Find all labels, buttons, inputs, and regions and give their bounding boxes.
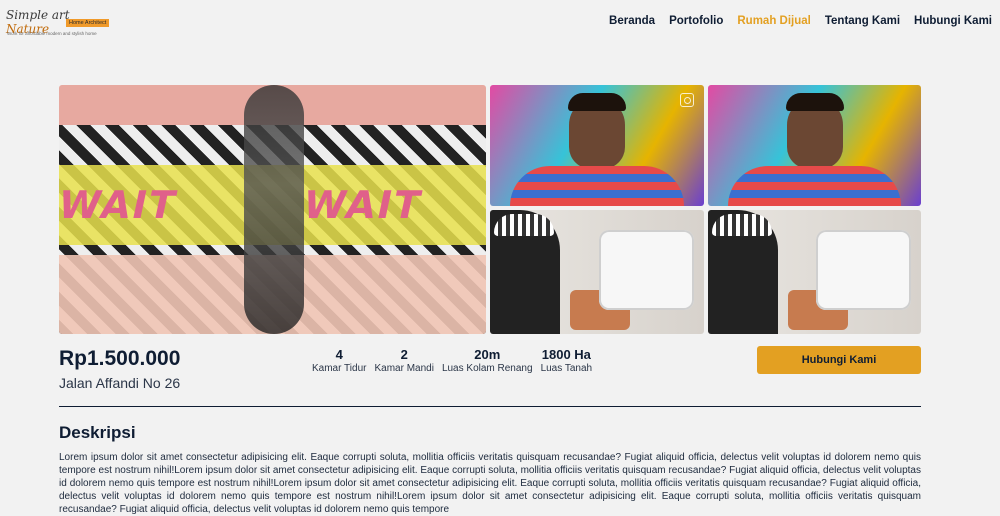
top-navbar: Simple art Nature Home Architect Work fo… xyxy=(0,0,1000,42)
gallery-thumb-3[interactable] xyxy=(490,210,704,334)
stat-kamar-mandi: 2 Kamar Mandi xyxy=(374,347,434,374)
nav-rumah-dijual[interactable]: Rumah Dijual xyxy=(737,15,810,27)
gallery-thumb-1[interactable] xyxy=(490,85,704,206)
site-logo[interactable]: Simple art Nature Home Architect Work fo… xyxy=(4,4,114,38)
listing-stats: 4 Kamar Tidur 2 Kamar Mandi 20m Luas Kol… xyxy=(312,347,600,374)
photo-gallery: WAIT WAIT xyxy=(59,85,921,334)
nav-menu: Beranda Portofolio Rumah Dijual Tentang … xyxy=(609,15,992,27)
stat-kolam-renang: 20m Luas Kolam Renang xyxy=(441,347,533,374)
description-title: Deskripsi xyxy=(59,423,136,442)
gallery-thumb-2[interactable] xyxy=(708,85,921,206)
poster-text: WAIT xyxy=(59,183,182,227)
walking-person xyxy=(244,85,304,334)
listing-price: Rp1.500.000 xyxy=(59,347,181,370)
stat-luas-tanah: 1800 Ha Luas Tanah xyxy=(540,347,593,374)
nav-portofolio[interactable]: Portofolio xyxy=(669,15,723,27)
nav-hubungi-kami[interactable]: Hubungi Kami xyxy=(914,15,992,27)
stat-kamar-tidur: 4 Kamar Tidur xyxy=(312,347,367,374)
logo-subtitle: Work for affordable modern and stylish h… xyxy=(7,31,97,36)
poster-text: WAIT xyxy=(299,183,427,227)
nav-beranda[interactable]: Beranda xyxy=(609,15,655,27)
nav-tentang-kami[interactable]: Tentang Kami xyxy=(825,15,900,27)
logo-tag: Home Architect xyxy=(66,19,110,27)
contact-button[interactable]: Hubungi Kami xyxy=(757,346,921,374)
main-photo[interactable]: WAIT WAIT xyxy=(59,85,486,334)
section-divider xyxy=(59,406,921,407)
listing-address: Jalan Affandi No 26 xyxy=(59,375,181,391)
description-text: Lorem ipsum dolor sit amet consectetur a… xyxy=(59,452,921,515)
zoom-icon[interactable] xyxy=(680,93,694,107)
gallery-thumb-4[interactable] xyxy=(708,210,921,334)
